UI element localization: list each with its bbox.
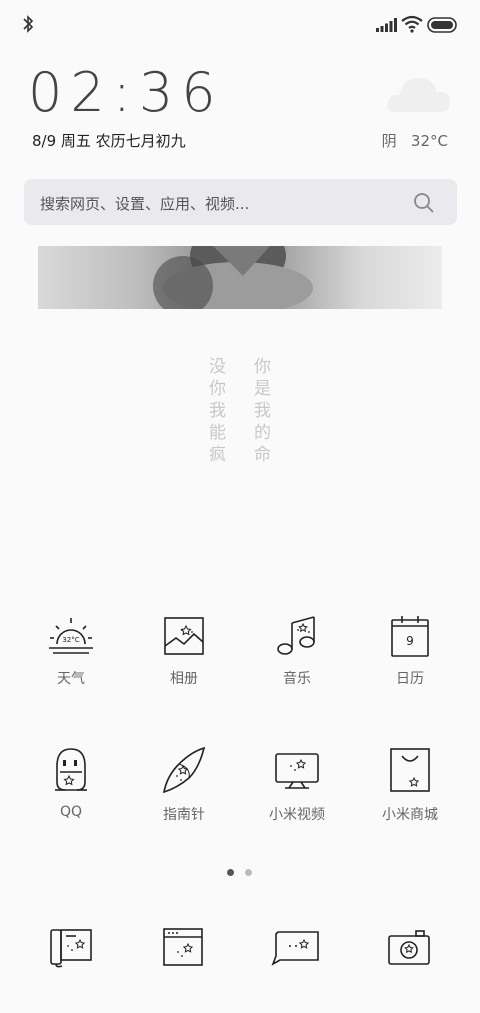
date-text[interactable]: 8/9 周五 农历七月初九: [32, 130, 186, 151]
app-label: 天气: [57, 671, 85, 687]
app-music[interactable]: 音乐: [241, 614, 353, 688]
weather-temp: 32°C: [62, 636, 79, 644]
poem-char: 你: [254, 357, 271, 377]
search-icon[interactable]: [413, 192, 435, 214]
poem-char: 我: [209, 401, 226, 421]
tv-icon: [275, 753, 319, 789]
gallery-icon: [164, 617, 204, 655]
page-dot[interactable]: [245, 869, 252, 876]
poem-char: 命: [254, 445, 271, 465]
weather-text[interactable]: 阴 32°C: [382, 130, 448, 151]
poem-char: 的: [254, 423, 271, 443]
music-note-icon: [277, 616, 315, 655]
poem-char: 是: [254, 379, 271, 399]
app-label: 相册: [170, 671, 198, 687]
page-dot-active[interactable]: [227, 869, 234, 876]
app-label: 日历: [396, 671, 424, 687]
app-label: 小米视频: [269, 807, 325, 823]
app-qq[interactable]: QQ: [15, 746, 127, 820]
app-gallery[interactable]: 相册: [128, 614, 240, 688]
app-calendar[interactable]: 9 日历: [354, 614, 466, 688]
calendar-icon: 9: [391, 616, 429, 657]
app-label: QQ: [59, 804, 83, 820]
signal-icon: [376, 18, 397, 32]
bottom-fade: [0, 985, 480, 1013]
app-mi-store[interactable]: 小米商城: [354, 746, 466, 824]
cloud-icon[interactable]: [384, 68, 454, 118]
app-label: 音乐: [283, 671, 311, 687]
phone-icon: [50, 929, 92, 968]
sunrise-icon: 32°C: [49, 618, 93, 654]
wifi-icon: [401, 15, 423, 33]
message-icon: [271, 931, 319, 966]
page-indicator[interactable]: [227, 869, 257, 877]
app-weather[interactable]: 32°C 天气: [15, 614, 127, 688]
shopping-bag-icon: [390, 748, 430, 792]
compass-icon: [162, 746, 206, 794]
clock-time[interactable]: 02:36: [28, 62, 224, 124]
wallpaper-photo: [38, 246, 442, 309]
search-bar[interactable]: 搜索网页、设置、应用、视频...: [24, 179, 457, 225]
poem-char: 没: [209, 357, 226, 377]
dock-camera[interactable]: [386, 926, 432, 972]
dock-browser[interactable]: [162, 926, 204, 972]
dock-phone[interactable]: [48, 926, 94, 972]
app-label: 指南针: [163, 807, 205, 823]
dock-messages[interactable]: [270, 926, 322, 972]
calendar-day: 9: [406, 634, 414, 648]
penguin-icon: [55, 748, 87, 791]
photo-figure: [153, 246, 313, 309]
status-bar: [0, 0, 480, 50]
poem-char: 疯: [209, 445, 226, 465]
poem-column-right: 你 是 我 的 命: [254, 356, 271, 466]
poem-char: 能: [209, 423, 226, 443]
battery-icon: [427, 17, 457, 33]
camera-icon: [388, 930, 430, 965]
poem-column-left: 没 你 我 能 疯: [209, 356, 226, 466]
search-input[interactable]: 搜索网页、设置、应用、视频...: [40, 193, 249, 214]
poem-char: 你: [209, 379, 226, 399]
app-label: 小米商城: [382, 807, 438, 823]
app-mi-video[interactable]: 小米视频: [241, 746, 353, 824]
poem-char: 我: [254, 401, 271, 421]
app-compass[interactable]: 指南针: [128, 746, 240, 824]
browser-icon: [163, 928, 203, 966]
bluetooth-icon: [23, 15, 34, 33]
